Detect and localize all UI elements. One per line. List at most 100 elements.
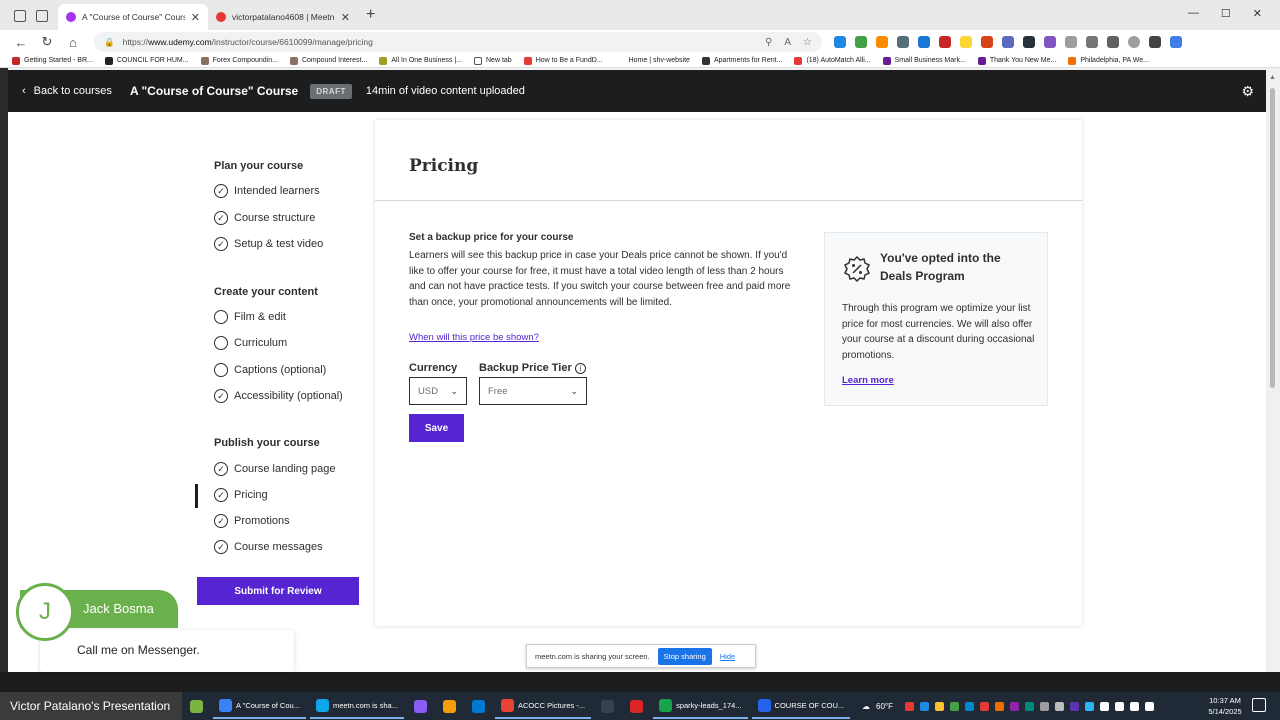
tab-actions-icon[interactable] (36, 10, 48, 22)
maximize-icon[interactable]: ☐ (1221, 7, 1231, 20)
favorites-icon[interactable] (1086, 36, 1098, 48)
read-aloud-icon[interactable]: A (784, 37, 791, 48)
info-icon[interactable]: i (574, 362, 586, 374)
favorite-star-icon[interactable]: ☆ (803, 37, 812, 48)
tray-icon[interactable] (1024, 701, 1034, 711)
close-window-icon[interactable]: ✕ (1253, 7, 1262, 20)
close-tab-icon[interactable]: ✕ (191, 11, 200, 24)
chat-message-card[interactable]: Call me on Messenger. (40, 630, 294, 672)
zoom-icon[interactable]: ⚲ (765, 37, 772, 48)
tray-icon[interactable] (1084, 701, 1094, 711)
extension-icon[interactable] (1044, 36, 1056, 48)
learn-more-link[interactable]: Learn more (842, 375, 894, 386)
tray-icon[interactable] (1009, 701, 1019, 711)
battery-icon[interactable] (1129, 701, 1139, 711)
back-to-courses-link[interactable]: ‹ Back to courses (22, 85, 112, 97)
taskbar-app[interactable]: COURSE OF COU... (751, 693, 851, 719)
avatar[interactable]: J (16, 583, 74, 641)
taskbar-app[interactable] (466, 693, 491, 719)
sidebar-item-setup-test-video[interactable]: ✓ Setup & test video (214, 234, 323, 254)
extension-icon[interactable] (1002, 36, 1014, 48)
extension-icon[interactable] (1023, 36, 1035, 48)
taskbar-app[interactable] (408, 693, 433, 719)
tab-udemy[interactable]: A "Course of Course" Course | Ud ✕ (58, 4, 208, 30)
bookmark-item[interactable]: Apartments for Rent... (701, 56, 782, 65)
sidebar-item-intended-learners[interactable]: ✓ Intended learners (214, 181, 320, 201)
back-arrow-icon[interactable]: ← (8, 35, 34, 50)
taskbar-app[interactable] (595, 693, 620, 719)
weather-icon[interactable]: ☁ (862, 702, 870, 711)
price-tier-select[interactable]: Free ⌄ (479, 377, 587, 405)
bookmark-item[interactable]: Getting Started - BR... (12, 56, 93, 65)
sidebar-item-course-landing-page[interactable]: ✓ Course landing page (214, 459, 336, 479)
sidebar-item-captions[interactable]: Captions (optional) (214, 360, 326, 380)
sidebar-item-curriculum[interactable]: Curriculum (214, 333, 287, 353)
bookmark-item[interactable]: How to Be a FundD... (523, 56, 603, 65)
refresh-icon[interactable]: ↻ (34, 34, 60, 50)
extension-icon[interactable] (960, 36, 972, 48)
more-menu-icon[interactable] (1149, 36, 1161, 48)
bookmark-item[interactable]: (18) AutoMatch Alli... (794, 56, 871, 65)
scroll-thumb[interactable] (1270, 88, 1275, 388)
tray-icon[interactable] (979, 701, 989, 711)
sidebar-item-pricing[interactable]: ✓ Pricing (214, 485, 268, 505)
sidebar-item-promotions[interactable]: ✓ Promotions (214, 511, 290, 531)
downloads-icon[interactable] (1107, 36, 1119, 48)
extension-icon[interactable] (918, 36, 930, 48)
taskbar-app[interactable]: A "Course of Cou... (213, 693, 306, 719)
extension-icon[interactable] (876, 36, 888, 48)
url-field[interactable]: 🔒 https://www.udemy.com/instructor/cours… (94, 32, 822, 52)
gear-icon[interactable]: ⚙ (1241, 83, 1254, 100)
tray-icon[interactable] (904, 701, 914, 711)
taskbar-app[interactable] (624, 693, 649, 719)
pen-icon[interactable] (1144, 701, 1154, 711)
taskbar-app[interactable]: meetn.com is sha... (309, 693, 404, 719)
taskbar-app[interactable]: ACOCC Pictures -... (494, 693, 592, 719)
sidebar-item-film-edit[interactable]: Film & edit (214, 307, 286, 327)
notification-icon[interactable] (1252, 698, 1266, 712)
extension-icon[interactable] (834, 36, 846, 48)
home-icon[interactable]: ⌂ (60, 35, 86, 50)
tray-icon[interactable] (919, 701, 929, 711)
taskbar-app[interactable] (184, 693, 209, 719)
tray-icon[interactable] (964, 701, 974, 711)
extension-icon[interactable] (939, 36, 951, 48)
hide-banner-link[interactable]: Hide (720, 652, 735, 661)
minimize-icon[interactable]: — (1188, 7, 1199, 20)
save-button[interactable]: Save (409, 414, 464, 442)
tray-icon[interactable] (934, 701, 944, 711)
taskbar-app[interactable]: sparky-leads_174... (653, 693, 748, 719)
profile-avatar-icon[interactable] (1128, 36, 1140, 48)
bookmark-item[interactable]: Thank You New Me... (977, 56, 1056, 65)
bookmark-item[interactable]: New tab (474, 56, 512, 65)
new-tab-button[interactable]: + (358, 6, 383, 30)
submit-for-review-button[interactable]: Submit for Review (197, 577, 359, 605)
when-price-shown-link[interactable]: When will this price be shown? (409, 332, 539, 343)
taskbar-app[interactable] (437, 693, 462, 719)
workspaces-icon[interactable] (14, 10, 26, 22)
page-scrollbar[interactable]: ▲ (1266, 70, 1280, 672)
sidebar-item-course-messages[interactable]: ✓ Course messages (214, 537, 323, 557)
scroll-up-icon[interactable]: ▲ (1269, 74, 1276, 81)
bookmark-item[interactable]: Philadelphia, PA We... (1068, 56, 1149, 65)
bookmark-item[interactable]: Home | shv-website (629, 57, 690, 64)
tab-meetn[interactable]: victorpatalano4608 | Meetn ✕ (208, 4, 358, 30)
bookmark-item[interactable]: Forex Compoundin... (200, 56, 278, 65)
bookmark-item[interactable]: Compound Interest... (289, 56, 367, 65)
extension-icon[interactable] (855, 36, 867, 48)
bookmark-item[interactable]: All In One Business |... (379, 56, 462, 65)
tray-icon[interactable] (1069, 701, 1079, 711)
sidebar-item-course-structure[interactable]: ✓ Course structure (214, 208, 315, 228)
extension-icon[interactable] (897, 36, 909, 48)
currency-select[interactable]: USD ⌄ (409, 377, 467, 405)
tray-icon[interactable] (949, 701, 959, 711)
tray-icon[interactable] (1039, 701, 1049, 711)
sidebar-item-accessibility[interactable]: ✓ Accessibility (optional) (214, 386, 343, 406)
stop-sharing-button[interactable]: Stop sharing (657, 647, 712, 665)
tray-icon[interactable] (994, 701, 1004, 711)
close-tab-icon[interactable]: ✕ (341, 11, 350, 24)
copilot-icon[interactable] (1170, 36, 1182, 48)
bookmark-item[interactable]: Small Business Mark... (882, 56, 966, 65)
taskbar-clock[interactable]: 10:37 AM 5/14/2025 (1200, 695, 1250, 717)
extension-icon[interactable] (981, 36, 993, 48)
